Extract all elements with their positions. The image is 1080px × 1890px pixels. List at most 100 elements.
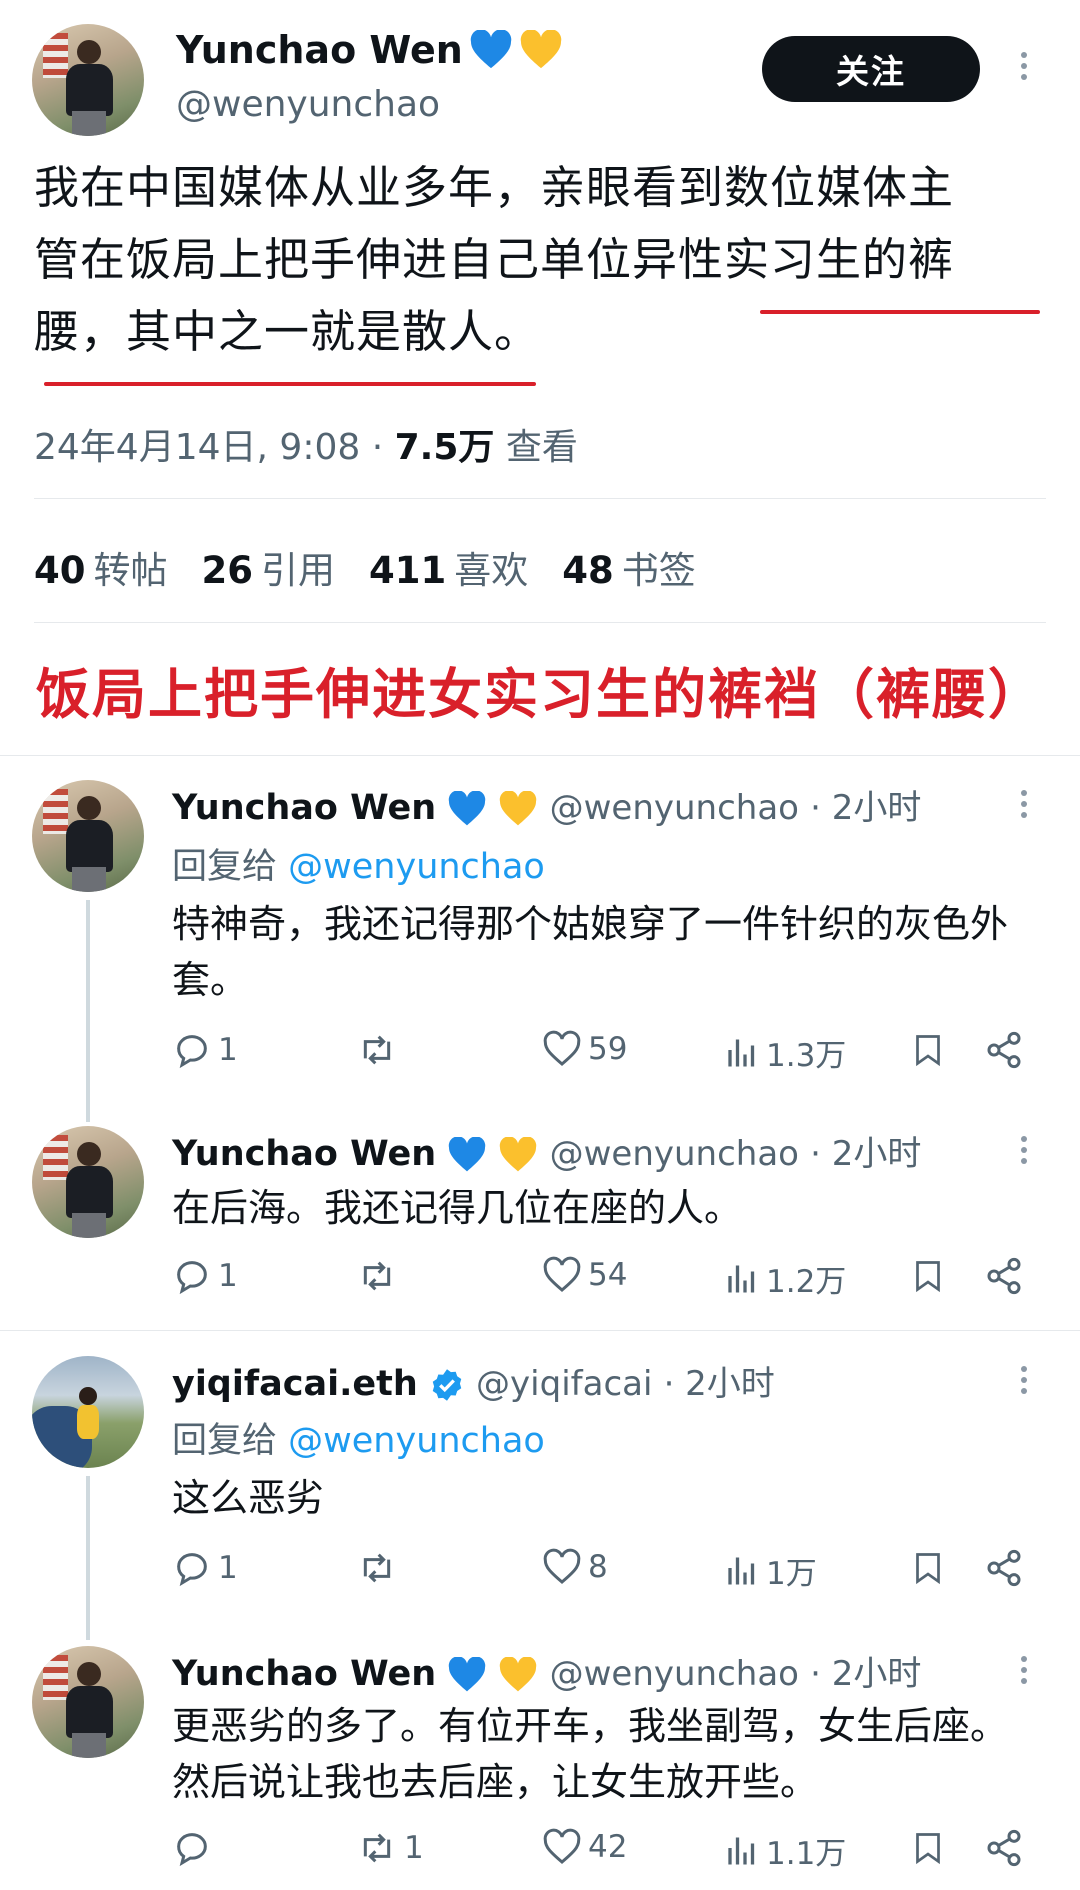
retweet-icon bbox=[363, 1833, 391, 1863]
bookmark-icon bbox=[916, 1261, 940, 1293]
views-button[interactable]: 1.2万 bbox=[724, 1256, 846, 1301]
avatar[interactable] bbox=[32, 780, 144, 892]
like-button[interactable]: 8 bbox=[542, 1548, 608, 1586]
reply-header: Yunchao Wen @wenyunchao · 2小时 bbox=[172, 1126, 921, 1175]
reply-text: 这么恶劣 bbox=[172, 1476, 325, 1520]
reply-text: 在后海。我还记得几位在座的人。 bbox=[172, 1186, 743, 1230]
reply-to: 回复给 @wenyunchao bbox=[172, 1421, 545, 1461]
post-time[interactable]: · 2小时 bbox=[810, 1654, 921, 1694]
author-handle[interactable]: @wenyunchao bbox=[176, 84, 440, 125]
share-icon bbox=[987, 1257, 1021, 1295]
reply-header: yiqifacai.eth @yiqifacai · 2小时 bbox=[172, 1356, 775, 1405]
avatar[interactable] bbox=[32, 1126, 144, 1238]
bookmark-icon bbox=[916, 1035, 940, 1067]
share-button[interactable] bbox=[984, 1828, 1024, 1868]
quotes-stat[interactable]: 26 引用 bbox=[202, 540, 336, 594]
reply-button[interactable]: 1 bbox=[172, 1548, 238, 1588]
author-handle[interactable]: @wenyunchao bbox=[550, 1134, 799, 1174]
more-icon[interactable] bbox=[1021, 1366, 1029, 1399]
post-time[interactable]: · 2小时 bbox=[810, 1134, 921, 1174]
bookmark-button[interactable] bbox=[910, 1256, 946, 1296]
reply-text: 特神奇，我还记得那个姑娘穿了一件针织的灰色外套。 bbox=[172, 902, 1009, 1002]
author-handle[interactable]: @wenyunchao bbox=[550, 788, 799, 828]
bookmark-icon bbox=[916, 1833, 940, 1865]
author-handle[interactable]: @yiqifacai bbox=[476, 1364, 652, 1404]
retweets-stat[interactable]: 40 转帖 bbox=[34, 540, 168, 594]
tweet-meta: 24年4月14日, 9:08 · 7.5万 查看 bbox=[34, 418, 578, 470]
post-time[interactable]: · 2小时 bbox=[664, 1364, 775, 1404]
author-name[interactable]: Yunchao Wen bbox=[176, 28, 463, 72]
avatar[interactable] bbox=[32, 1356, 144, 1468]
retweet-button[interactable] bbox=[356, 1548, 404, 1588]
verified-badge-icon bbox=[432, 1369, 462, 1401]
action-bar: 1 42 1.1万 bbox=[172, 1828, 1032, 1876]
author-name[interactable]: Yunchao Wen bbox=[172, 1134, 436, 1174]
yellow-heart-icon bbox=[500, 791, 537, 826]
red-underline bbox=[760, 310, 1040, 314]
views-button[interactable]: 1.1万 bbox=[724, 1828, 846, 1873]
engagement-stats: 40 转帖 26 引用 411 喜欢 48 书签 bbox=[34, 540, 696, 594]
follow-button[interactable]: 关注 bbox=[762, 36, 980, 102]
views-label: 查看 bbox=[494, 427, 578, 468]
like-button[interactable]: 54 bbox=[542, 1256, 627, 1294]
retweet-button[interactable] bbox=[356, 1030, 404, 1070]
reply-text: 更恶劣的多了。有位开车，我坐副驾，女生后座。然后说让我也去后座，让女生放开些。 bbox=[172, 1704, 1009, 1804]
bookmark-button[interactable] bbox=[910, 1548, 946, 1588]
views-icon bbox=[728, 1039, 755, 1066]
post-time[interactable]: · 2小时 bbox=[810, 788, 921, 828]
avatar[interactable] bbox=[32, 24, 144, 136]
reply-button[interactable] bbox=[172, 1828, 218, 1868]
share-icon bbox=[987, 1549, 1021, 1587]
like-button[interactable]: 42 bbox=[542, 1828, 627, 1866]
mention-link[interactable]: @wenyunchao bbox=[288, 1421, 545, 1461]
like-icon bbox=[543, 1030, 581, 1066]
bookmark-button[interactable] bbox=[910, 1030, 946, 1070]
retweet-icon bbox=[363, 1035, 391, 1065]
timestamp[interactable]: 24年4月14日, 9:08 · bbox=[34, 427, 395, 468]
tweet-text-line: 腰，其中之一就是散人。 bbox=[34, 305, 541, 358]
share-button[interactable] bbox=[984, 1256, 1024, 1296]
more-icon[interactable] bbox=[1021, 1136, 1029, 1169]
more-icon[interactable] bbox=[1021, 790, 1029, 823]
mention-link[interactable]: @wenyunchao bbox=[288, 847, 545, 887]
views-button[interactable]: 1万 bbox=[724, 1548, 817, 1593]
share-icon bbox=[987, 1031, 1021, 1069]
views-icon bbox=[728, 1557, 755, 1584]
bookmark-button[interactable] bbox=[910, 1828, 946, 1868]
overlay-caption: 饭局上把手伸进女实习生的裤裆（裤腰） bbox=[36, 663, 1044, 726]
bookmarks-stat[interactable]: 48 书签 bbox=[562, 540, 696, 594]
likes-stat[interactable]: 411 喜欢 bbox=[369, 540, 528, 594]
author-handle[interactable]: @wenyunchao bbox=[550, 1654, 799, 1694]
share-button[interactable] bbox=[984, 1548, 1024, 1588]
divider bbox=[0, 1330, 1080, 1331]
author-name[interactable]: Yunchao Wen bbox=[172, 1654, 436, 1694]
like-icon bbox=[543, 1548, 581, 1584]
share-icon bbox=[987, 1829, 1021, 1867]
share-button[interactable] bbox=[984, 1030, 1024, 1070]
retweet-button[interactable]: 1 bbox=[356, 1828, 424, 1868]
red-underline bbox=[44, 382, 536, 386]
reply-button[interactable]: 1 bbox=[172, 1256, 238, 1296]
reply-to: 回复给 @wenyunchao bbox=[172, 847, 545, 887]
reply-icon bbox=[177, 1833, 207, 1867]
views-icon bbox=[728, 1837, 755, 1864]
thread-line bbox=[86, 900, 90, 1122]
thread-line bbox=[86, 1476, 90, 1640]
like-button[interactable]: 59 bbox=[542, 1030, 627, 1068]
avatar[interactable] bbox=[32, 1646, 144, 1758]
reply-icon bbox=[177, 1261, 207, 1295]
more-icon[interactable] bbox=[1021, 52, 1029, 85]
views-count: 7.5万 bbox=[394, 427, 495, 468]
yellow-heart-icon bbox=[520, 30, 562, 69]
author-name[interactable]: Yunchao Wen bbox=[172, 788, 436, 828]
more-icon[interactable] bbox=[1021, 1656, 1029, 1689]
views-button[interactable]: 1.3万 bbox=[724, 1030, 846, 1075]
tweet-text-line: 管在饭局上把手伸进自己单位异性实习生的裤 bbox=[34, 233, 955, 286]
blue-heart-icon bbox=[449, 1137, 486, 1172]
reply-button[interactable]: 1 bbox=[172, 1030, 238, 1070]
retweet-button[interactable] bbox=[356, 1256, 404, 1296]
action-bar: 1 54 1.2万 bbox=[172, 1256, 1032, 1304]
tweet-text: 我在中国媒体从业多年，亲眼看到数位媒体主 管在饭局上把手伸进自己单位异性实习生的… bbox=[34, 152, 1054, 368]
views-icon bbox=[728, 1265, 755, 1292]
author-name[interactable]: yiqifacai.eth bbox=[172, 1364, 418, 1404]
